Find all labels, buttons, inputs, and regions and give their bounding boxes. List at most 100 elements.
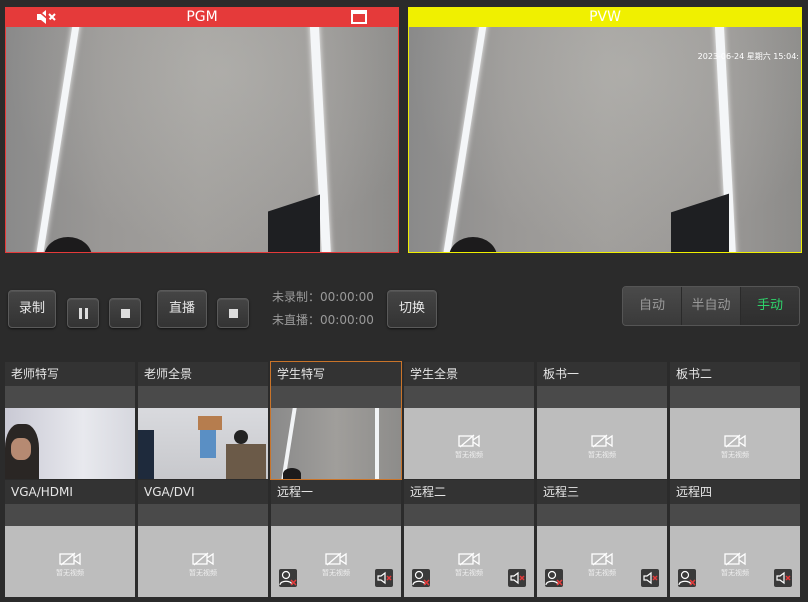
source-title: 板书一 [537, 362, 667, 386]
source-preview: 暂无视频 [404, 526, 534, 597]
mode-selector: 自动 半自动 手动 [622, 286, 800, 326]
no-video-placeholder: 暂无视频 [670, 434, 800, 460]
source-title: 板书二 [670, 362, 800, 386]
source-title: 远程三 [537, 480, 667, 504]
source-subbar [404, 386, 534, 408]
no-video-placeholder: 暂无视频 [138, 552, 268, 578]
pgm-video [5, 27, 399, 253]
source-subbar [670, 386, 800, 408]
no-video-placeholder: 暂无视频 [537, 434, 667, 460]
source-title: 老师全景 [138, 362, 268, 386]
switch-button[interactable]: 切换 [387, 290, 437, 328]
source-title: 远程四 [670, 480, 800, 504]
source-preview: 暂无视频 [537, 408, 667, 479]
source-preview [5, 408, 135, 479]
source-preview: 暂无视频 [670, 526, 800, 597]
mode-auto[interactable]: 自动 [623, 287, 682, 325]
source-tile[interactable]: 学生全景 暂无视频 [404, 362, 534, 479]
director-console: PGM PVW 2023-06-24 星期六 15:04: 录制 直播 未录制：… [0, 0, 808, 602]
source-subbar [670, 504, 800, 526]
source-preview: 暂无视频 [537, 526, 667, 597]
user-remove-icon[interactable] [412, 569, 430, 587]
source-preview: 暂无视频 [138, 526, 268, 597]
source-subbar [271, 386, 401, 408]
live-button[interactable]: 直播 [157, 290, 207, 328]
source-title: 老师特写 [5, 362, 135, 386]
no-video-label: 暂无视频 [588, 451, 616, 459]
source-subbar [271, 504, 401, 526]
camera-off-icon [458, 552, 480, 566]
pause-button[interactable] [67, 298, 99, 328]
camera-off-icon [591, 434, 613, 448]
source-title: 学生全景 [404, 362, 534, 386]
source-subbar [537, 504, 667, 526]
speaker-muted-icon[interactable] [375, 569, 393, 587]
source-tile[interactable]: 板书一 暂无视频 [537, 362, 667, 479]
source-tile[interactable]: 学生特写 [270, 361, 402, 480]
pause-icon [79, 308, 82, 319]
source-tile[interactable]: 远程四 暂无视频 [670, 480, 800, 597]
source-tile[interactable]: 老师全景 [138, 362, 268, 479]
pvw-monitor[interactable]: PVW 2023-06-24 星期六 15:04: [408, 7, 802, 253]
stop-live-button[interactable] [217, 298, 249, 328]
source-tile[interactable]: 远程三 暂无视频 [537, 480, 667, 597]
speaker-muted-icon[interactable] [508, 569, 526, 587]
camera-off-icon [59, 552, 81, 566]
no-video-placeholder: 暂无视频 [5, 552, 135, 578]
mode-manual[interactable]: 手动 [741, 287, 799, 325]
camera-off-icon [724, 434, 746, 448]
source-tile[interactable]: 远程二 暂无视频 [404, 480, 534, 597]
source-title: 远程一 [271, 480, 401, 504]
live-status: 未直播：00:00:00 [272, 313, 374, 327]
camera-off-icon [724, 552, 746, 566]
no-video-label: 暂无视频 [56, 569, 84, 577]
pvw-timestamp: 2023-06-24 星期六 15:04: [697, 52, 799, 61]
record-status: 未录制：00:00:00 [272, 290, 374, 304]
source-title: VGA/DVI [138, 480, 268, 504]
source-tile[interactable]: VGA/HDMI 暂无视频 [5, 480, 135, 597]
camera-off-icon [325, 552, 347, 566]
source-subbar [537, 386, 667, 408]
camera-off-icon [458, 434, 480, 448]
source-subbar [138, 386, 268, 408]
source-tile[interactable]: VGA/DVI 暂无视频 [138, 480, 268, 597]
camera-off-icon [192, 552, 214, 566]
mode-semi-auto[interactable]: 半自动 [682, 287, 741, 325]
source-tile[interactable]: 板书二 暂无视频 [670, 362, 800, 479]
source-preview: 暂无视频 [271, 526, 401, 597]
pgm-header: PGM [5, 7, 399, 27]
pvw-header: PVW [408, 7, 802, 27]
source-subbar [5, 504, 135, 526]
speaker-muted-icon[interactable] [774, 569, 792, 587]
user-remove-icon[interactable] [279, 569, 297, 587]
speaker-muted-icon[interactable] [641, 569, 659, 587]
speaker-muted-icon[interactable] [35, 8, 57, 26]
source-preview: 暂无视频 [404, 408, 534, 479]
source-subbar [404, 504, 534, 526]
fullscreen-icon[interactable] [351, 10, 367, 24]
source-tile[interactable]: 老师特写 [5, 362, 135, 479]
source-title: VGA/HDMI [5, 480, 135, 504]
source-title: 学生特写 [271, 362, 401, 386]
no-video-placeholder: 暂无视频 [404, 434, 534, 460]
pvw-label: PVW [589, 9, 621, 25]
no-video-label: 暂无视频 [189, 569, 217, 577]
stop-record-button[interactable] [109, 298, 141, 328]
stop-icon [121, 309, 130, 318]
source-preview [138, 408, 268, 479]
source-preview [271, 408, 401, 479]
source-preview: 暂无视频 [5, 526, 135, 597]
record-button[interactable]: 录制 [8, 290, 56, 328]
no-video-label: 暂无视频 [455, 451, 483, 459]
source-tile[interactable]: 远程一 暂无视频 [271, 480, 401, 597]
source-preview: 暂无视频 [670, 408, 800, 479]
source-subbar [5, 386, 135, 408]
pgm-monitor[interactable]: PGM [5, 7, 399, 253]
user-remove-icon[interactable] [545, 569, 563, 587]
pvw-video: 2023-06-24 星期六 15:04: [408, 27, 802, 253]
no-video-label: 暂无视频 [721, 451, 749, 459]
pgm-label: PGM [186, 9, 218, 25]
user-remove-icon[interactable] [678, 569, 696, 587]
source-title: 远程二 [404, 480, 534, 504]
stop-icon [229, 309, 238, 318]
